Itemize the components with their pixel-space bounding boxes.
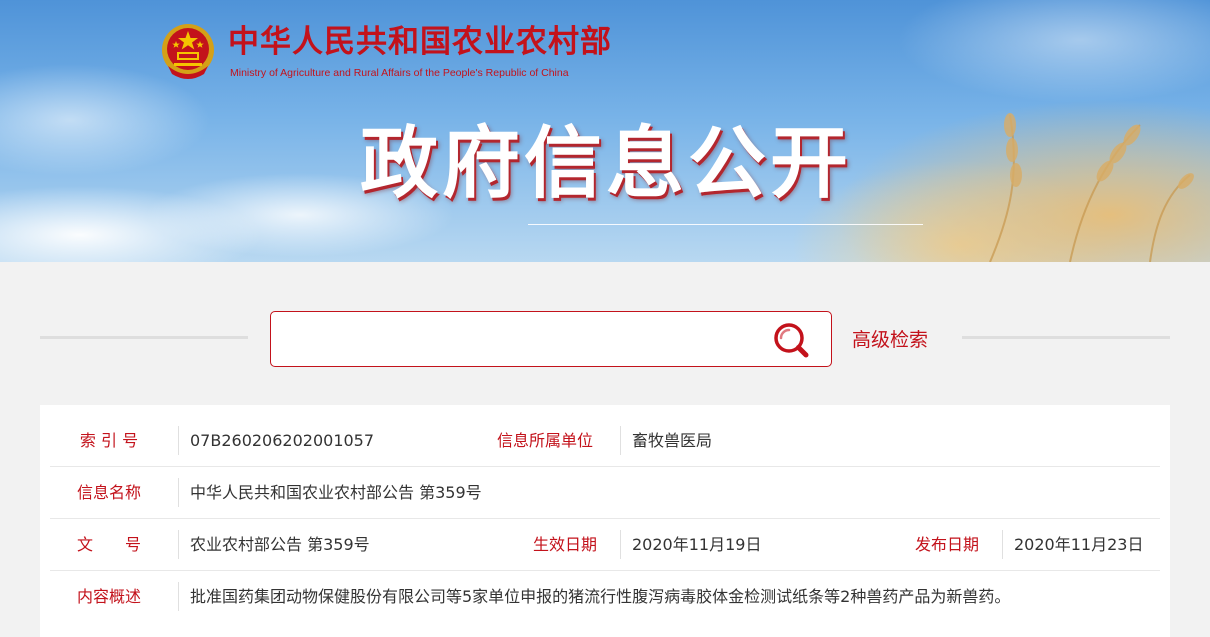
search-divider-right [962, 336, 1170, 339]
dept-label: 信息所属单位 [496, 431, 593, 450]
info-row-index: 索 引 号 07B260206202001057 信息所属单位 畜牧兽医局 [50, 415, 1160, 467]
column-separator [620, 426, 621, 455]
search-box [270, 311, 832, 367]
summary-value: 批准国药集团动物保健股份有限公司等5家单位申报的猪流行性腹泻病毒胶体金检测试纸条… [190, 587, 1011, 606]
dept-value: 畜牧兽医局 [632, 431, 713, 450]
wheat-icon [989, 113, 1194, 262]
name-label: 信息名称 [76, 483, 141, 502]
index-value: 07B260206202001057 [190, 431, 375, 450]
search-divider-left [40, 336, 248, 339]
column-separator [1002, 530, 1003, 559]
summary-label: 内容概述 [76, 587, 141, 606]
column-separator [178, 478, 179, 507]
column-separator [178, 530, 179, 559]
effective-date-label: 生效日期 [532, 535, 597, 554]
ministry-name-cn: 中华人民共和国农业农村部 [228, 24, 612, 60]
doc-number-value: 农业农村部公告 第359号 [190, 535, 370, 554]
index-label: 索 引 号 [79, 431, 139, 450]
column-separator [620, 530, 621, 559]
info-row-doc: 文 号 农业农村部公告 第359号 生效日期 2020年11月19日 发布日期 … [50, 519, 1160, 571]
info-table: 索 引 号 07B260206202001057 信息所属单位 畜牧兽医局 信息… [40, 405, 1170, 637]
search-icon[interactable] [771, 320, 811, 360]
effective-date-value: 2020年11月19日 [632, 535, 762, 554]
info-row-name: 信息名称 中华人民共和国农业农村部公告 第359号 [50, 467, 1160, 519]
column-separator [178, 426, 179, 455]
advanced-search-link[interactable]: 高级检索 [852, 326, 928, 354]
ministry-name-en: Ministry of Agriculture and Rural Affair… [230, 67, 569, 79]
header-banner: 中华人民共和国农业农村部 Ministry of Agriculture and… [0, 0, 1210, 262]
publish-date-label: 发布日期 [914, 535, 979, 554]
title-underline [528, 224, 923, 225]
name-value: 中华人民共和国农业农村部公告 第359号 [190, 483, 482, 502]
column-separator [178, 582, 179, 611]
national-emblem-icon [162, 24, 214, 79]
page-title: 政府信息公开 [360, 119, 853, 209]
publish-date-value: 2020年11月23日 [1014, 535, 1144, 554]
search-input[interactable] [283, 322, 757, 358]
info-row-summary: 内容概述 批准国药集团动物保健股份有限公司等5家单位申报的猪流行性腹泻病毒胶体金… [50, 571, 1160, 622]
doc-number-label: 文 号 [76, 535, 141, 554]
